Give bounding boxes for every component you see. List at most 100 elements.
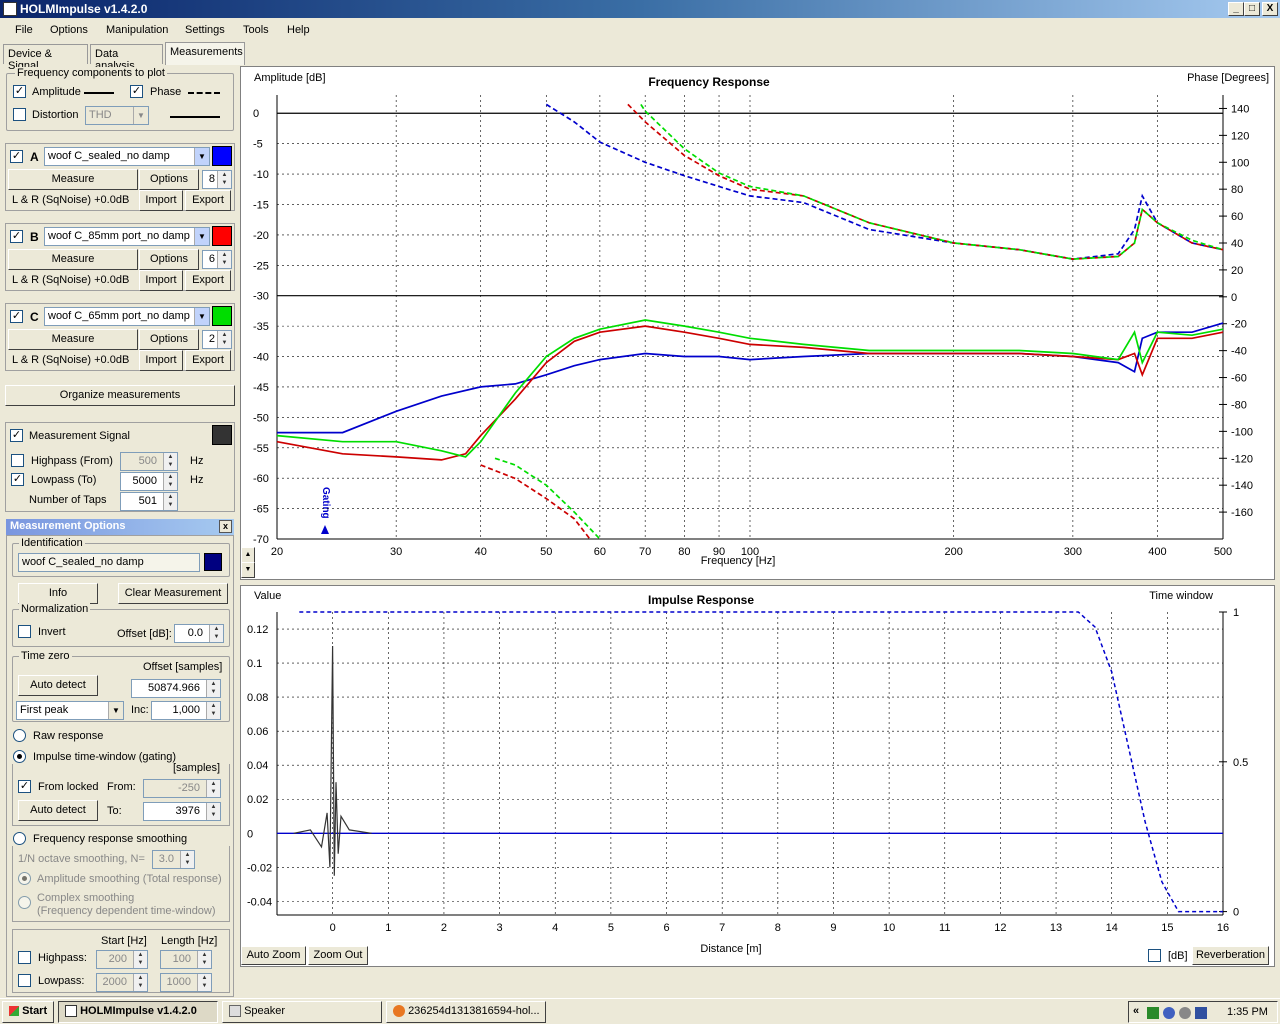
measurement-a-checkbox[interactable]: ✓ <box>10 150 23 163</box>
import-b-button[interactable]: Import <box>139 270 183 291</box>
menu-settings[interactable]: Settings <box>185 24 225 36</box>
highpass-filter-checkbox[interactable] <box>18 951 31 964</box>
tray-volume-icon[interactable] <box>1179 1007 1191 1019</box>
stepper-arrows-icon[interactable]: ▲ ▼ <box>206 803 220 820</box>
lowpass-signal-checkbox[interactable]: ✓ <box>11 473 24 486</box>
stepper-arrows-icon[interactable]: ▲ ▼ <box>217 251 231 268</box>
taps-field[interactable]: 501 ▲ ▼ <box>120 492 178 511</box>
stepper-arrows-icon[interactable]: ▲ ▼ <box>163 453 177 470</box>
highpass-signal-field[interactable]: 500 ▲ ▼ <box>120 452 178 471</box>
zoom-out-button[interactable]: Zoom Out <box>308 946 368 965</box>
clear-measurement-button[interactable]: Clear Measurement <box>118 583 228 604</box>
stepper-arrows-icon[interactable]: ▲ ▼ <box>197 951 211 968</box>
menu-help[interactable]: Help <box>287 24 310 36</box>
offset-samples-field[interactable]: 50874.966 ▲ ▼ <box>131 679 221 698</box>
stepper-arrows-icon[interactable]: ▲ ▼ <box>217 171 231 188</box>
measurement-a-count-stepper[interactable]: 8 ▲ ▼ <box>202 170 232 189</box>
menu-manipulation[interactable]: Manipulation <box>106 24 168 36</box>
octave-field[interactable]: 3.0 ▲ ▼ <box>152 850 195 869</box>
tray-app-icon[interactable] <box>1147 1007 1159 1019</box>
frequency-response-chart[interactable]: Amplitude [dB] Frequency Response Phase … <box>241 67 1274 579</box>
to-field[interactable]: 3976 ▲ ▼ <box>143 802 221 821</box>
close-button[interactable]: X <box>1262 2 1278 16</box>
lowpass-signal-field[interactable]: 5000 ▲ ▼ <box>120 472 178 491</box>
export-b-button[interactable]: Export <box>185 270 231 291</box>
measure-a-button[interactable]: Measure <box>8 169 138 190</box>
measurement-b-name-select[interactable]: woof C_85mm port_no damp ▼ <box>44 227 210 246</box>
amplitude-checkbox[interactable]: ✓ <box>13 85 26 98</box>
options-a-button[interactable]: Options <box>139 169 199 190</box>
highpass-length-field[interactable]: 100 ▲ ▼ <box>160 950 212 969</box>
auto-detect-button[interactable]: Auto detect <box>18 675 98 696</box>
tray-expand-icon[interactable]: « <box>1133 1005 1139 1017</box>
measurement-b-count-stepper[interactable]: 6 ▲ ▼ <box>202 250 232 269</box>
measure-b-button[interactable]: Measure <box>8 249 138 270</box>
measurement-c-name-select[interactable]: woof C_65mm port_no damp ▼ <box>44 307 210 326</box>
organize-measurements-button[interactable]: Organize measurements <box>5 385 235 406</box>
stepper-arrows-icon[interactable]: ▲ ▼ <box>206 702 220 719</box>
stepper-arrows-icon[interactable]: ▲ ▼ <box>209 625 223 642</box>
measurement-b-color-swatch[interactable] <box>212 226 232 246</box>
stepper-arrows-icon[interactable]: ▲ ▼ <box>133 951 147 968</box>
menu-tools[interactable]: Tools <box>243 24 269 36</box>
maximize-button[interactable]: □ <box>1244 2 1260 16</box>
distortion-select[interactable]: THD ▼ <box>85 106 149 125</box>
info-button[interactable]: Info <box>18 583 98 604</box>
first-peak-select[interactable]: First peak ▼ <box>16 701 124 720</box>
measurement-c-color-swatch[interactable] <box>212 306 232 326</box>
export-a-button[interactable]: Export <box>185 190 231 211</box>
measurement-a-color-swatch[interactable] <box>212 146 232 166</box>
auto-detect-gate-button[interactable]: Auto detect <box>18 800 98 821</box>
tab-device-signal[interactable]: Device & Signal <box>3 44 88 72</box>
impulse-window-radio[interactable] <box>13 750 26 763</box>
import-a-button[interactable]: Import <box>139 190 183 211</box>
impulse-response-chart[interactable]: Value Impulse Response Time window Dista… <box>241 586 1274 966</box>
smoothing-radio[interactable] <box>13 832 26 845</box>
stepper-arrows-icon[interactable]: ▲ ▼ <box>206 680 220 697</box>
measure-c-button[interactable]: Measure <box>8 329 138 350</box>
offset-db-field[interactable]: 0.0 ▲ ▼ <box>174 624 224 643</box>
tray-shield-icon[interactable] <box>1195 1007 1207 1019</box>
taskbar-item-browser[interactable]: 236254d1313816594-hol... <box>386 1001 546 1023</box>
raw-response-radio[interactable] <box>13 729 26 742</box>
import-c-button[interactable]: Import <box>139 350 183 371</box>
phase-checkbox[interactable]: ✓ <box>130 85 143 98</box>
measurement-signal-checkbox[interactable]: ✓ <box>10 429 23 442</box>
tab-data-analysis[interactable]: Data analysis <box>90 44 163 72</box>
stepper-arrows-icon[interactable]: ▲ ▼ <box>180 851 194 868</box>
highpass-signal-checkbox[interactable] <box>11 454 24 467</box>
tray-network-icon[interactable] <box>1163 1007 1175 1019</box>
lowpass-filter-checkbox[interactable] <box>18 974 31 987</box>
stepper-arrows-icon[interactable]: ▲ ▼ <box>163 493 177 510</box>
lowpass-start-field[interactable]: 2000 ▲ ▼ <box>96 973 148 992</box>
close-icon[interactable]: x <box>219 520 232 533</box>
chevron-up-icon[interactable]: ▲ <box>241 547 255 563</box>
from-field[interactable]: -250 ▲ ▼ <box>143 779 221 798</box>
stepper-arrows-icon[interactable]: ▲ ▼ <box>163 473 177 490</box>
options-b-button[interactable]: Options <box>139 249 199 270</box>
taskbar-item-speaker[interactable]: Speaker <box>222 1001 382 1023</box>
stepper-arrows-icon[interactable]: ▲ ▼ <box>217 331 231 348</box>
signal-color-swatch[interactable] <box>212 425 232 445</box>
reverberation-button[interactable]: Reverberation <box>1192 946 1269 965</box>
measurement-c-count-stepper[interactable]: 2 ▲ ▼ <box>202 330 232 349</box>
gating-marker[interactable] <box>321 525 329 534</box>
measurement-c-checkbox[interactable]: ✓ <box>10 310 23 323</box>
options-c-button[interactable]: Options <box>139 329 199 350</box>
from-locked-checkbox[interactable]: ✓ <box>18 780 31 793</box>
identification-field[interactable]: woof C_sealed_no damp <box>18 553 200 572</box>
minimize-button[interactable]: _ <box>1228 2 1244 16</box>
stepper-arrows-icon[interactable]: ▲ ▼ <box>133 974 147 991</box>
highpass-start-field[interactable]: 200 ▲ ▼ <box>96 950 148 969</box>
measurement-a-name-select[interactable]: woof C_sealed_no damp ▼ <box>44 147 210 166</box>
stepper-arrows-icon[interactable]: ▲ ▼ <box>197 974 211 991</box>
auto-zoom-button[interactable]: Auto Zoom <box>241 946 306 965</box>
db-checkbox[interactable] <box>1148 949 1161 962</box>
invert-checkbox[interactable] <box>18 625 31 638</box>
menu-file[interactable]: File <box>15 24 33 36</box>
identification-color-swatch[interactable] <box>204 553 222 571</box>
chevron-down-icon[interactable]: ▼ <box>241 562 255 578</box>
stepper-arrows-icon[interactable]: ▲ ▼ <box>206 780 220 797</box>
taskbar-item-holmimpulse[interactable]: HOLMImpulse v1.4.2.0 <box>58 1001 218 1023</box>
start-button[interactable]: Start <box>2 1001 54 1023</box>
